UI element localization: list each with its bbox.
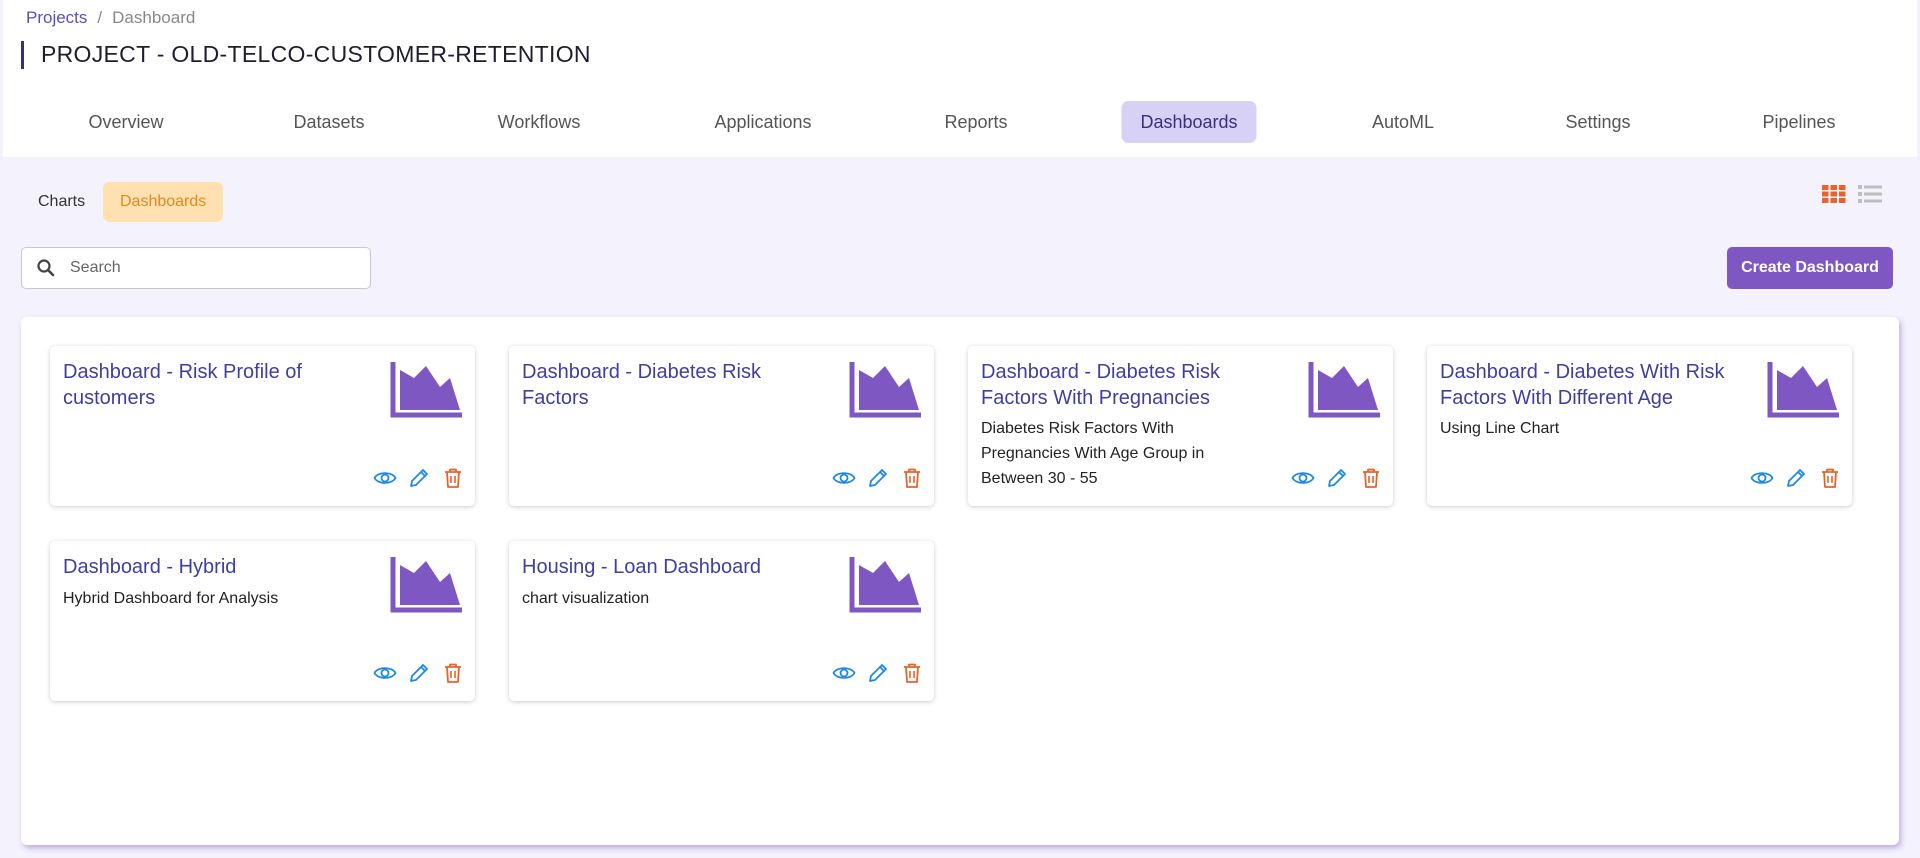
- eye-icon[interactable]: [832, 661, 856, 685]
- trash-icon[interactable]: [441, 466, 465, 490]
- breadcrumb-current: Dashboard: [112, 8, 196, 27]
- eye-icon[interactable]: [373, 466, 397, 490]
- dashboard-card: Dashboard - Diabetes Risk Factors With P…: [968, 346, 1393, 506]
- tab-dashboards[interactable]: Dashboards: [1121, 101, 1257, 143]
- card-actions: [832, 661, 924, 685]
- view-toggle: [1822, 184, 1882, 204]
- tab-overview[interactable]: Overview: [69, 101, 182, 143]
- card-actions: [1291, 466, 1383, 490]
- tab-settings[interactable]: Settings: [1546, 101, 1649, 143]
- title-accent-bar: [21, 41, 24, 69]
- pencil-icon[interactable]: [866, 661, 890, 685]
- subtab-charts[interactable]: Charts: [21, 182, 102, 222]
- card-description: chart visualization: [522, 590, 650, 607]
- search-input[interactable]: [70, 259, 350, 277]
- tab-reports[interactable]: Reports: [925, 101, 1026, 143]
- breadcrumb-separator: /: [97, 8, 103, 27]
- card-description: Using Line Chart: [1440, 420, 1560, 437]
- dashboard-card: Dashboard - Diabetes Risk Factors: [509, 346, 934, 506]
- pencil-icon[interactable]: [866, 466, 890, 490]
- grid-icon[interactable]: [1822, 184, 1846, 204]
- card-actions: [373, 466, 465, 490]
- pencil-icon[interactable]: [407, 466, 431, 490]
- pencil-icon[interactable]: [407, 661, 431, 685]
- card-title[interactable]: Housing - Loan Dashboard: [522, 554, 812, 580]
- card-description: Diabetes Risk Factors With Pregnancies W…: [981, 420, 1205, 487]
- tab-workflows[interactable]: Workflows: [479, 101, 600, 143]
- card-actions: [832, 466, 924, 490]
- card-actions: [373, 661, 465, 685]
- eye-icon[interactable]: [832, 466, 856, 490]
- area-chart-icon: [1308, 362, 1380, 418]
- eye-icon[interactable]: [373, 661, 397, 685]
- search-box: [21, 247, 371, 289]
- trash-icon[interactable]: [900, 661, 924, 685]
- eye-icon[interactable]: [1291, 466, 1315, 490]
- area-chart-icon: [849, 362, 921, 418]
- breadcrumb-projects-link[interactable]: Projects: [26, 8, 87, 28]
- tab-datasets[interactable]: Datasets: [274, 101, 383, 143]
- card-title[interactable]: Dashboard - Risk Profile of customers: [63, 359, 353, 411]
- pencil-icon[interactable]: [1325, 466, 1349, 490]
- pencil-icon[interactable]: [1784, 466, 1808, 490]
- eye-icon[interactable]: [1750, 466, 1774, 490]
- card-title[interactable]: Dashboard - Diabetes Risk Factors: [522, 359, 812, 411]
- dashboard-card: Dashboard - Risk Profile of customers: [50, 346, 475, 506]
- dashboard-card: Housing - Loan Dashboard chart visualiza…: [509, 541, 934, 701]
- create-dashboard-button[interactable]: Create Dashboard: [1727, 247, 1893, 289]
- subtab-dashboards[interactable]: Dashboards: [103, 182, 224, 222]
- trash-icon[interactable]: [1818, 466, 1842, 490]
- card-description: Hybrid Dashboard for Analysis: [63, 590, 279, 607]
- area-chart-icon: [390, 362, 462, 418]
- tab-applications[interactable]: Applications: [695, 101, 830, 143]
- dashboard-card: Dashboard - Hybrid Hybrid Dashboard for …: [50, 541, 475, 701]
- area-chart-icon: [849, 557, 921, 613]
- dashboard-card: Dashboard - Diabetes With Risk Factors W…: [1427, 346, 1852, 506]
- search-icon: [37, 259, 55, 277]
- card-title[interactable]: Dashboard - Hybrid: [63, 554, 353, 580]
- page-header: Projects / Dashboard PROJECT - OLD-TELCO…: [3, 0, 1917, 157]
- tab-automl[interactable]: AutoML: [1353, 101, 1453, 143]
- area-chart-icon: [1767, 362, 1839, 418]
- area-chart-icon: [390, 557, 462, 613]
- list-icon[interactable]: [1858, 184, 1882, 204]
- trash-icon[interactable]: [441, 661, 465, 685]
- page-title: PROJECT - OLD-TELCO-CUSTOMER-RETENTION: [41, 41, 591, 67]
- dashboards-panel: Dashboard - Risk Profile of customers Da…: [21, 317, 1899, 845]
- tab-pipelines[interactable]: Pipelines: [1743, 101, 1854, 143]
- trash-icon[interactable]: [900, 466, 924, 490]
- card-title[interactable]: Dashboard - Diabetes With Risk Factors W…: [1440, 359, 1730, 411]
- card-title[interactable]: Dashboard - Diabetes Risk Factors With P…: [981, 359, 1271, 411]
- breadcrumb: Projects / Dashboard: [26, 8, 195, 28]
- trash-icon[interactable]: [1359, 466, 1383, 490]
- project-tabs: Overview Datasets Workflows Applications…: [3, 101, 1917, 143]
- card-actions: [1750, 466, 1842, 490]
